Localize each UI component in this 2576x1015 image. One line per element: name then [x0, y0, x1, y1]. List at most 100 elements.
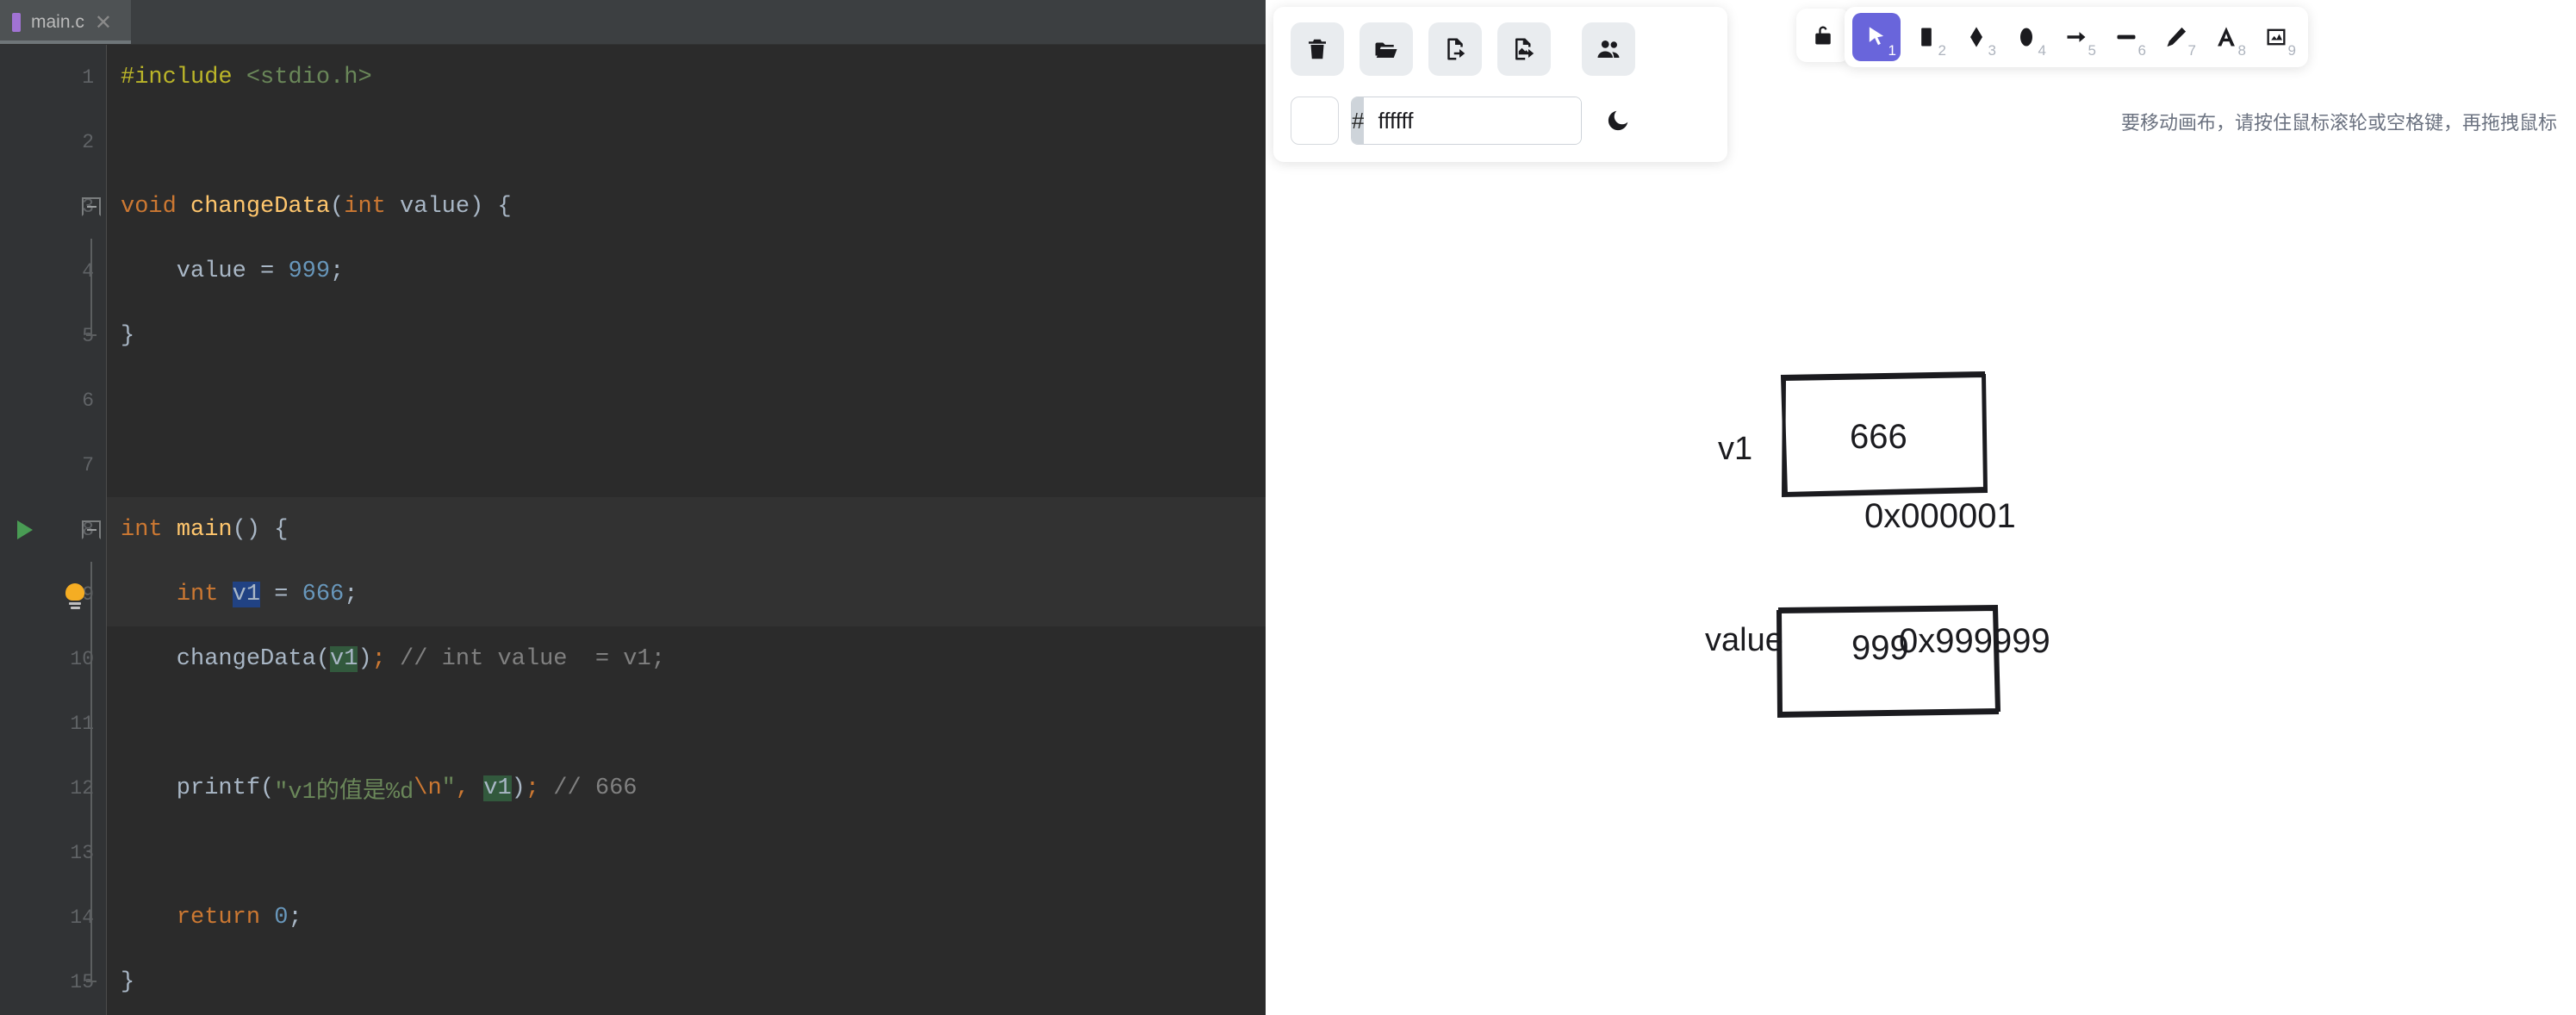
code-line[interactable] [107, 109, 1266, 174]
gutter-line[interactable]: 4 [0, 239, 106, 303]
code-token: ; [372, 646, 386, 672]
tool-diamond[interactable]: 3 [1952, 13, 2000, 61]
code-token: // 666 [539, 775, 637, 801]
code-line[interactable]: int main() { [107, 497, 1266, 562]
tool-ellipse[interactable]: 4 [2002, 13, 2050, 61]
code-token: #include [121, 65, 246, 90]
lock-tool-button[interactable] [1796, 9, 1850, 62]
fold-rail [90, 626, 92, 691]
tool-selection[interactable]: 1 [1852, 13, 1901, 61]
code-line[interactable]: int v1 = 666; [107, 562, 1266, 626]
gutter-line[interactable]: 13 [0, 820, 106, 885]
arrow-icon [2064, 25, 2088, 49]
code-line[interactable]: return 0; [107, 885, 1266, 950]
tool-image[interactable]: 9 [2252, 13, 2300, 61]
code-token: , [456, 775, 470, 801]
code-token: value [386, 194, 470, 220]
gutter-line[interactable]: 9 [0, 562, 106, 626]
code-line[interactable] [107, 691, 1266, 756]
tool-arrow[interactable]: 5 [2052, 13, 2100, 61]
code-line[interactable]: printf("v1的值是%d\n", v1); // 666 [107, 756, 1266, 820]
close-icon[interactable]: ✕ [95, 12, 112, 33]
gutter-line[interactable]: 14 [0, 885, 106, 950]
code-token [470, 775, 483, 801]
trash-icon [1304, 36, 1330, 62]
code-token: <stdio.h> [246, 65, 372, 90]
code-token: ; [344, 582, 358, 607]
code-token: void [121, 194, 177, 220]
code-token [218, 582, 232, 607]
canvas-background-hex-input[interactable] [1364, 97, 1582, 144]
code-line[interactable]: } [107, 950, 1266, 1014]
tool-text[interactable]: 8 [2202, 13, 2250, 61]
run-arrow-icon[interactable] [17, 520, 33, 539]
gutter-line[interactable]: 15 [0, 950, 106, 1014]
code-line[interactable]: changeData(v1); // int value = v1; [107, 626, 1266, 691]
code-token [121, 582, 177, 607]
tool-draw[interactable]: 7 [2152, 13, 2200, 61]
gutter-line[interactable]: 12 [0, 756, 106, 820]
code-line[interactable]: } [107, 303, 1266, 368]
sketch-address-1: 0x000001 [1864, 497, 2016, 536]
code-token [163, 517, 177, 543]
gutter-line[interactable]: 5 [0, 303, 106, 368]
editor-tab-label: main.c [31, 13, 84, 31]
tool-shortcut-key: 7 [2188, 42, 2196, 59]
gutter-line[interactable]: 7 [0, 433, 106, 497]
gutter-line[interactable]: 1 [0, 45, 106, 109]
image-icon [2264, 25, 2288, 49]
hash-prefix-label: # [1352, 97, 1364, 144]
code-token: int [177, 582, 219, 607]
export-image-button[interactable] [1497, 22, 1551, 76]
fold-rail-end [90, 303, 92, 336]
ide-pane: main.c ✕ 123456789101112131415 #include … [0, 0, 1266, 1015]
code-line[interactable]: #include <stdio.h> [107, 45, 1266, 109]
fold-toggle-icon[interactable] [82, 197, 101, 216]
sketch-label-v1: v1 [1718, 431, 1752, 468]
editor-code-area[interactable]: #include <stdio.h> void changeData(int va… [107, 45, 1266, 1015]
code-token: \n [414, 775, 441, 801]
code-line[interactable]: void changeData(int value) { [107, 174, 1266, 239]
code-token: v1 [233, 582, 260, 607]
canvas-actions-buttons [1291, 22, 1710, 76]
line-icon [2114, 25, 2138, 49]
gutter-line[interactable]: 10 [0, 626, 106, 691]
pencil-icon [2164, 25, 2188, 49]
code-token: = [260, 258, 288, 284]
gutter-line[interactable]: 2 [0, 109, 106, 174]
moon-icon[interactable] [1594, 97, 1642, 145]
fold-rail [90, 691, 92, 756]
reset-canvas-button[interactable] [1291, 22, 1344, 76]
code-token: int [344, 194, 386, 220]
code-token: 0 [274, 905, 288, 931]
editor-tab-main-c[interactable]: main.c ✕ [0, 0, 131, 44]
gutter-line[interactable]: 11 [0, 691, 106, 756]
code-token: changeData [190, 194, 330, 220]
tool-line[interactable]: 6 [2102, 13, 2150, 61]
sketch-value-999: 999 [1851, 629, 1909, 668]
code-line[interactable]: value = 999; [107, 239, 1266, 303]
fold-toggle-icon[interactable] [82, 520, 101, 539]
code-line[interactable] [107, 433, 1266, 497]
lightbulb-icon[interactable] [65, 583, 84, 606]
sketch-rect-2 [1778, 607, 1999, 716]
code-line[interactable] [107, 368, 1266, 433]
line-number: 6 [82, 389, 94, 412]
live-collaboration-button[interactable] [1582, 22, 1635, 76]
code-token [121, 905, 177, 931]
unlock-icon [1811, 23, 1835, 47]
code-line[interactable] [107, 820, 1266, 885]
gutter-line[interactable]: 3 [0, 174, 106, 239]
canvas-background-swatch[interactable] [1291, 97, 1339, 145]
gutter-line[interactable]: 6 [0, 368, 106, 433]
code-token: ; [526, 775, 539, 801]
c-file-icon [12, 13, 21, 32]
code-token: 666 [302, 582, 345, 607]
open-button[interactable] [1360, 22, 1413, 76]
export-file-button[interactable] [1428, 22, 1482, 76]
code-token: = [260, 582, 302, 607]
code-token [177, 194, 190, 220]
editor-gutter[interactable]: 123456789101112131415 [0, 45, 107, 1015]
tool-rectangle[interactable]: 2 [1902, 13, 1951, 61]
gutter-line[interactable]: 8 [0, 497, 106, 562]
